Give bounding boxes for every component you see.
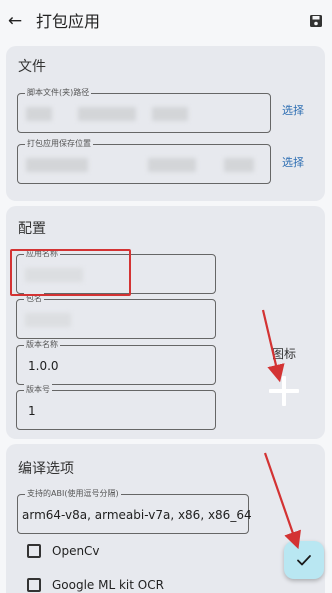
output-path-select-button[interactable]: 选择	[282, 156, 304, 170]
version-name-value: 1.0.0	[28, 359, 59, 373]
version-name-field[interactable]: 版本名称 1.0.0	[16, 339, 216, 385]
checkmark-icon	[297, 555, 311, 566]
opencv-label: OpenCv	[52, 544, 100, 558]
add-icon[interactable]	[269, 376, 299, 406]
mlkit-checkbox[interactable]	[27, 578, 41, 592]
redacted-value	[148, 158, 196, 172]
redacted-value	[224, 158, 254, 172]
abi-field[interactable]: 支持的ABI(使用逗号分隔) arm64-v8a, armeabi-v7a, x…	[17, 488, 252, 534]
compile-section-title: 编译选项	[18, 461, 74, 477]
mlkit-label: Google ML kit OCR	[52, 578, 164, 592]
version-code-field[interactable]: 版本号 1	[16, 384, 216, 430]
redacted-value	[152, 107, 188, 121]
annotation-highlight-box	[10, 249, 131, 296]
compile-options-card: 编译选项 支持的ABI(使用逗号分隔) arm64-v8a, armeabi-v…	[6, 444, 325, 593]
confirm-fab-button[interactable]	[284, 541, 324, 579]
files-card: 文件 脚本文件(夹)路径 选择 打包应用保存位置 选择	[6, 46, 325, 201]
redacted-value	[25, 313, 71, 327]
config-section-title: 配置	[18, 221, 46, 237]
top-bar: ← 打包应用	[0, 0, 332, 44]
redacted-value	[26, 107, 52, 121]
save-icon[interactable]	[308, 13, 324, 29]
output-path-label: 打包应用保存位置	[25, 138, 93, 150]
back-arrow-icon[interactable]: ←	[6, 11, 24, 31]
version-name-label: 版本名称	[24, 339, 60, 351]
opencv-checkbox[interactable]	[27, 544, 41, 558]
files-section-title: 文件	[18, 59, 46, 75]
redacted-value	[78, 107, 136, 121]
abi-value: arm64-v8a, armeabi-v7a, x86, x86_64	[22, 508, 252, 522]
abi-label: 支持的ABI(使用逗号分隔)	[25, 488, 121, 500]
version-code-label: 版本号	[24, 384, 52, 396]
script-path-label: 脚本文件(夹)路径	[25, 87, 92, 99]
page-title: 打包应用	[36, 12, 101, 31]
redacted-value	[26, 158, 88, 172]
package-name-field[interactable]: 包名	[16, 293, 216, 339]
script-path-field[interactable]: 脚本文件(夹)路径	[17, 87, 271, 133]
output-path-field[interactable]: 打包应用保存位置	[17, 138, 271, 184]
version-code-value: 1	[28, 404, 36, 418]
script-path-select-button[interactable]: 选择	[282, 104, 304, 118]
config-card: 配置 应用名称 包名 版本名称 1.0.0 版本号 1 图标	[6, 206, 325, 439]
icon-label: 图标	[272, 347, 297, 361]
